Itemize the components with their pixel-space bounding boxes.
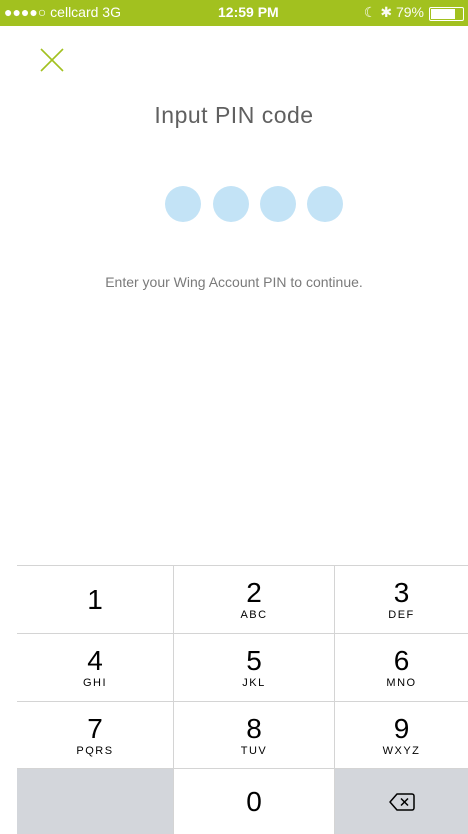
key-6[interactable]: 6 MNO (335, 634, 468, 701)
key-8[interactable]: 8 TUV (174, 702, 334, 768)
status-icons: ☾ ✱ 79% (363, 4, 424, 20)
keypad-divider (173, 566, 174, 834)
key-5[interactable]: 5 JKL (174, 634, 334, 701)
pin-dot-4 (307, 186, 343, 222)
key-digit: 2 (246, 577, 262, 608)
status-time: 12:59 PM (218, 4, 279, 20)
pin-dot-3 (260, 186, 296, 222)
key-letters: WXYZ (382, 744, 421, 757)
key-3[interactable]: 3 DEF (335, 566, 468, 633)
key-digit: 0 (246, 785, 262, 817)
key-7[interactable]: 7 PQRS (17, 702, 173, 768)
key-letters: TUV (240, 744, 268, 757)
key-digit: 5 (246, 645, 262, 676)
keypad-divider (334, 566, 335, 834)
battery-level (431, 9, 455, 19)
key-digit: 3 (393, 577, 410, 608)
keypad-divider (17, 768, 468, 769)
keypad-divider (17, 633, 468, 634)
key-digit: 6 (393, 645, 410, 676)
key-9[interactable]: 9 WXYZ (335, 702, 468, 768)
status-bar: ●●●●○ cellcard 3G 12:59 PM ☾ ✱ 79% (0, 0, 468, 26)
key-letters: JKL (242, 677, 266, 689)
pin-dot-1 (165, 186, 201, 222)
pin-instruction: Enter your Wing Account PIN to continue. (105, 274, 363, 290)
key-letters: GHI (82, 677, 108, 689)
battery-icon (429, 7, 464, 21)
pin-dot-2 (213, 186, 249, 222)
page-title: Input PIN code (154, 102, 314, 128)
key-digit: 8 (246, 712, 262, 744)
key-4[interactable]: 4 GHI (17, 634, 173, 701)
key-0[interactable]: 0 (174, 769, 334, 834)
backspace-icon (388, 792, 415, 811)
key-letters: DEF (388, 609, 415, 621)
keypad-divider (17, 701, 468, 702)
numeric-keypad: 1 2 ABC 3 DEF 4 GHI 5 JKL 6 MNO 7 PQRS 8… (17, 565, 468, 834)
key-digit: 7 (87, 712, 103, 744)
close-button[interactable] (36, 44, 70, 78)
key-blank (17, 769, 173, 834)
pin-indicator (162, 186, 344, 224)
key-letters: PQRS (76, 744, 114, 757)
key-letters: MNO (386, 677, 417, 689)
key-digit: 4 (87, 645, 103, 676)
key-digit: 1 (87, 583, 103, 615)
key-1[interactable]: 1 (17, 566, 173, 633)
key-2[interactable]: 2 ABC (174, 566, 334, 633)
carrier-signal: ●●●●○ cellcard 3G (4, 4, 121, 20)
delete-button[interactable] (335, 769, 468, 834)
key-letters: ABC (240, 609, 268, 621)
key-digit: 9 (393, 712, 410, 744)
close-icon (40, 48, 64, 72)
